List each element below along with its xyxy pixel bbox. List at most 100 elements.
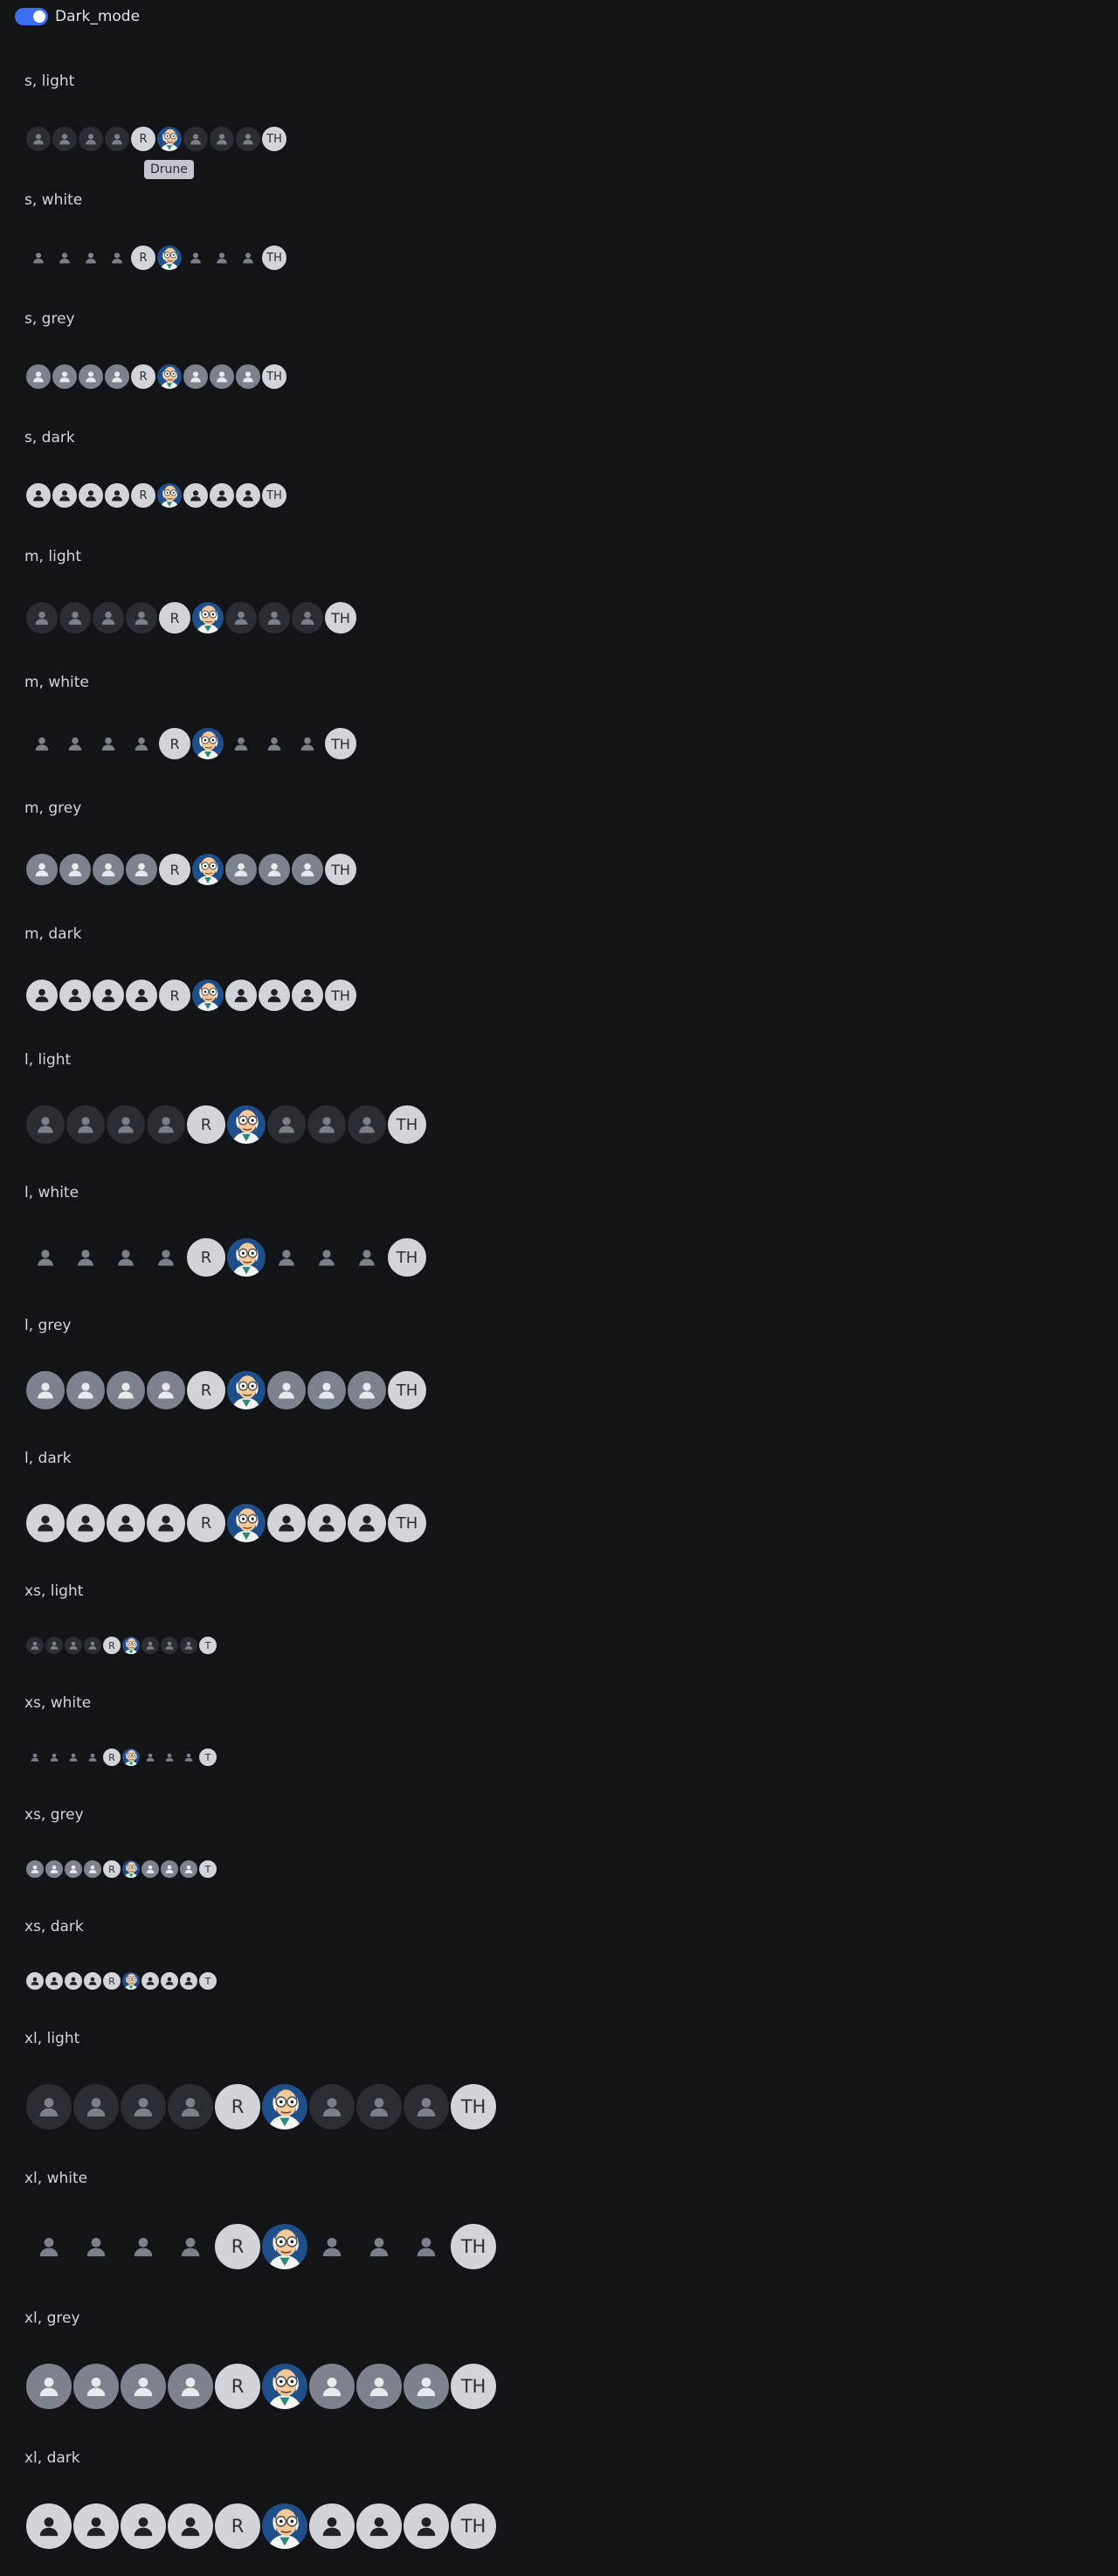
avatar-placeholder[interactable] [91,852,126,887]
avatar-placeholder[interactable] [124,852,159,887]
avatar-placeholder[interactable] [44,1747,65,1768]
avatar-placeholder[interactable] [178,1635,199,1656]
avatar-placeholder[interactable] [103,244,131,272]
avatar-placeholder[interactable] [166,2222,215,2271]
avatar-image[interactable] [260,2082,309,2131]
avatar-placeholder[interactable] [82,1747,103,1768]
avatar-initials[interactable]: TH [323,852,358,887]
avatar-placeholder[interactable] [119,2222,168,2271]
avatar-placeholder[interactable] [306,1104,348,1146]
avatar-image[interactable] [225,1369,267,1411]
avatar-placeholder[interactable] [346,1502,388,1544]
avatar-initials[interactable]: R [157,600,192,635]
avatar-image[interactable] [121,1747,141,1768]
avatar-placeholder[interactable] [402,2362,451,2411]
avatar-placeholder[interactable] [166,2082,215,2131]
avatar-placeholder[interactable] [266,1104,307,1146]
avatar-placeholder[interactable] [178,1859,199,1880]
avatar-placeholder[interactable] [306,1236,348,1278]
avatar-initials[interactable]: TH [449,2222,498,2271]
avatar-placeholder[interactable] [306,1369,348,1411]
avatar-placeholder[interactable] [24,2082,73,2131]
avatar-initials[interactable]: TH [449,2362,498,2411]
avatar-placeholder[interactable] [290,852,325,887]
avatar-placeholder[interactable] [355,2222,404,2271]
avatar-placeholder[interactable] [82,1970,103,1991]
avatar-placeholder[interactable] [307,2222,356,2271]
avatar-image[interactable] [260,2362,309,2411]
avatar-initials[interactable]: TH [260,363,288,391]
avatar-initials[interactable]: R [185,1236,227,1278]
avatar-placeholder[interactable] [346,1104,388,1146]
avatar-placeholder[interactable] [24,600,59,635]
avatar-placeholder[interactable] [159,1970,180,1991]
avatar-initials[interactable]: T [197,1859,218,1880]
avatar-placeholder[interactable] [51,244,79,272]
avatar-placeholder[interactable] [145,1369,187,1411]
avatar-placeholder[interactable] [77,481,105,509]
avatar-image[interactable] [190,726,225,761]
avatar-placeholder[interactable] [24,244,52,272]
avatar-placeholder[interactable] [145,1502,187,1544]
avatar-placeholder[interactable] [51,363,79,391]
avatar-initials[interactable]: R [101,1747,122,1768]
avatar-placeholder[interactable] [65,1236,107,1278]
avatar-placeholder[interactable] [182,125,210,153]
avatar-placeholder[interactable] [166,2362,215,2411]
avatar-placeholder[interactable] [91,726,126,761]
avatar-image[interactable] [155,481,183,509]
avatar-initials[interactable]: R [129,244,157,272]
avatar-placeholder[interactable] [63,1970,84,1991]
avatar-placeholder[interactable] [140,1970,161,1991]
avatar-placeholder[interactable] [402,2502,451,2551]
avatar-placeholder[interactable] [51,125,79,153]
avatar-placeholder[interactable] [24,125,52,153]
avatar-initials[interactable]: R [101,1635,122,1656]
avatar-placeholder[interactable] [24,481,52,509]
avatar-initials[interactable]: TH [386,1236,428,1278]
avatar-placeholder[interactable] [307,2362,356,2411]
avatar-placeholder[interactable] [208,481,236,509]
avatar-placeholder[interactable] [306,1502,348,1544]
avatar-placeholder[interactable] [105,1369,147,1411]
avatar-initials[interactable]: R [185,1502,227,1544]
avatar-placeholder[interactable] [159,1635,180,1656]
avatar-placeholder[interactable] [65,1502,107,1544]
avatar-placeholder[interactable] [58,978,93,1013]
avatar-placeholder[interactable] [159,1859,180,1880]
avatar-placeholder[interactable] [182,363,210,391]
avatar-placeholder[interactable] [119,2502,168,2551]
avatar-initials[interactable]: TH [260,125,288,153]
avatar-initials[interactable]: R [213,2502,262,2551]
avatar-placeholder[interactable] [234,481,262,509]
avatar-placeholder[interactable] [145,1104,187,1146]
avatar-image[interactable] [190,978,225,1013]
avatar-initials[interactable]: R [213,2362,262,2411]
avatar-initials[interactable]: TH [260,244,288,272]
avatar-placeholder[interactable] [44,1970,65,1991]
avatar-placeholder[interactable] [307,2082,356,2131]
avatar-placeholder[interactable] [103,363,131,391]
avatar-initials[interactable]: TH [449,2502,498,2551]
avatar-placeholder[interactable] [224,726,259,761]
avatar-image[interactable] [121,1859,141,1880]
avatar-placeholder[interactable] [77,125,105,153]
avatar-placeholder[interactable] [65,1104,107,1146]
avatar-placeholder[interactable] [24,1369,66,1411]
avatar-placeholder[interactable] [124,600,159,635]
avatar-placeholder[interactable] [77,363,105,391]
avatar-initials[interactable]: TH [386,1502,428,1544]
avatar-placeholder[interactable] [140,1635,161,1656]
avatar-placeholder[interactable] [58,600,93,635]
avatar-placeholder[interactable] [257,600,292,635]
avatar-placeholder[interactable] [65,1369,107,1411]
avatar-placeholder[interactable] [63,1635,84,1656]
avatar-placeholder[interactable] [266,1236,307,1278]
avatar-placeholder[interactable] [51,481,79,509]
avatar-image[interactable] [155,125,183,153]
avatar-placeholder[interactable] [224,852,259,887]
avatar-placeholder[interactable] [346,1236,388,1278]
avatar-placeholder[interactable] [119,2082,168,2131]
avatar-placeholder[interactable] [77,244,105,272]
avatar-placeholder[interactable] [307,2502,356,2551]
